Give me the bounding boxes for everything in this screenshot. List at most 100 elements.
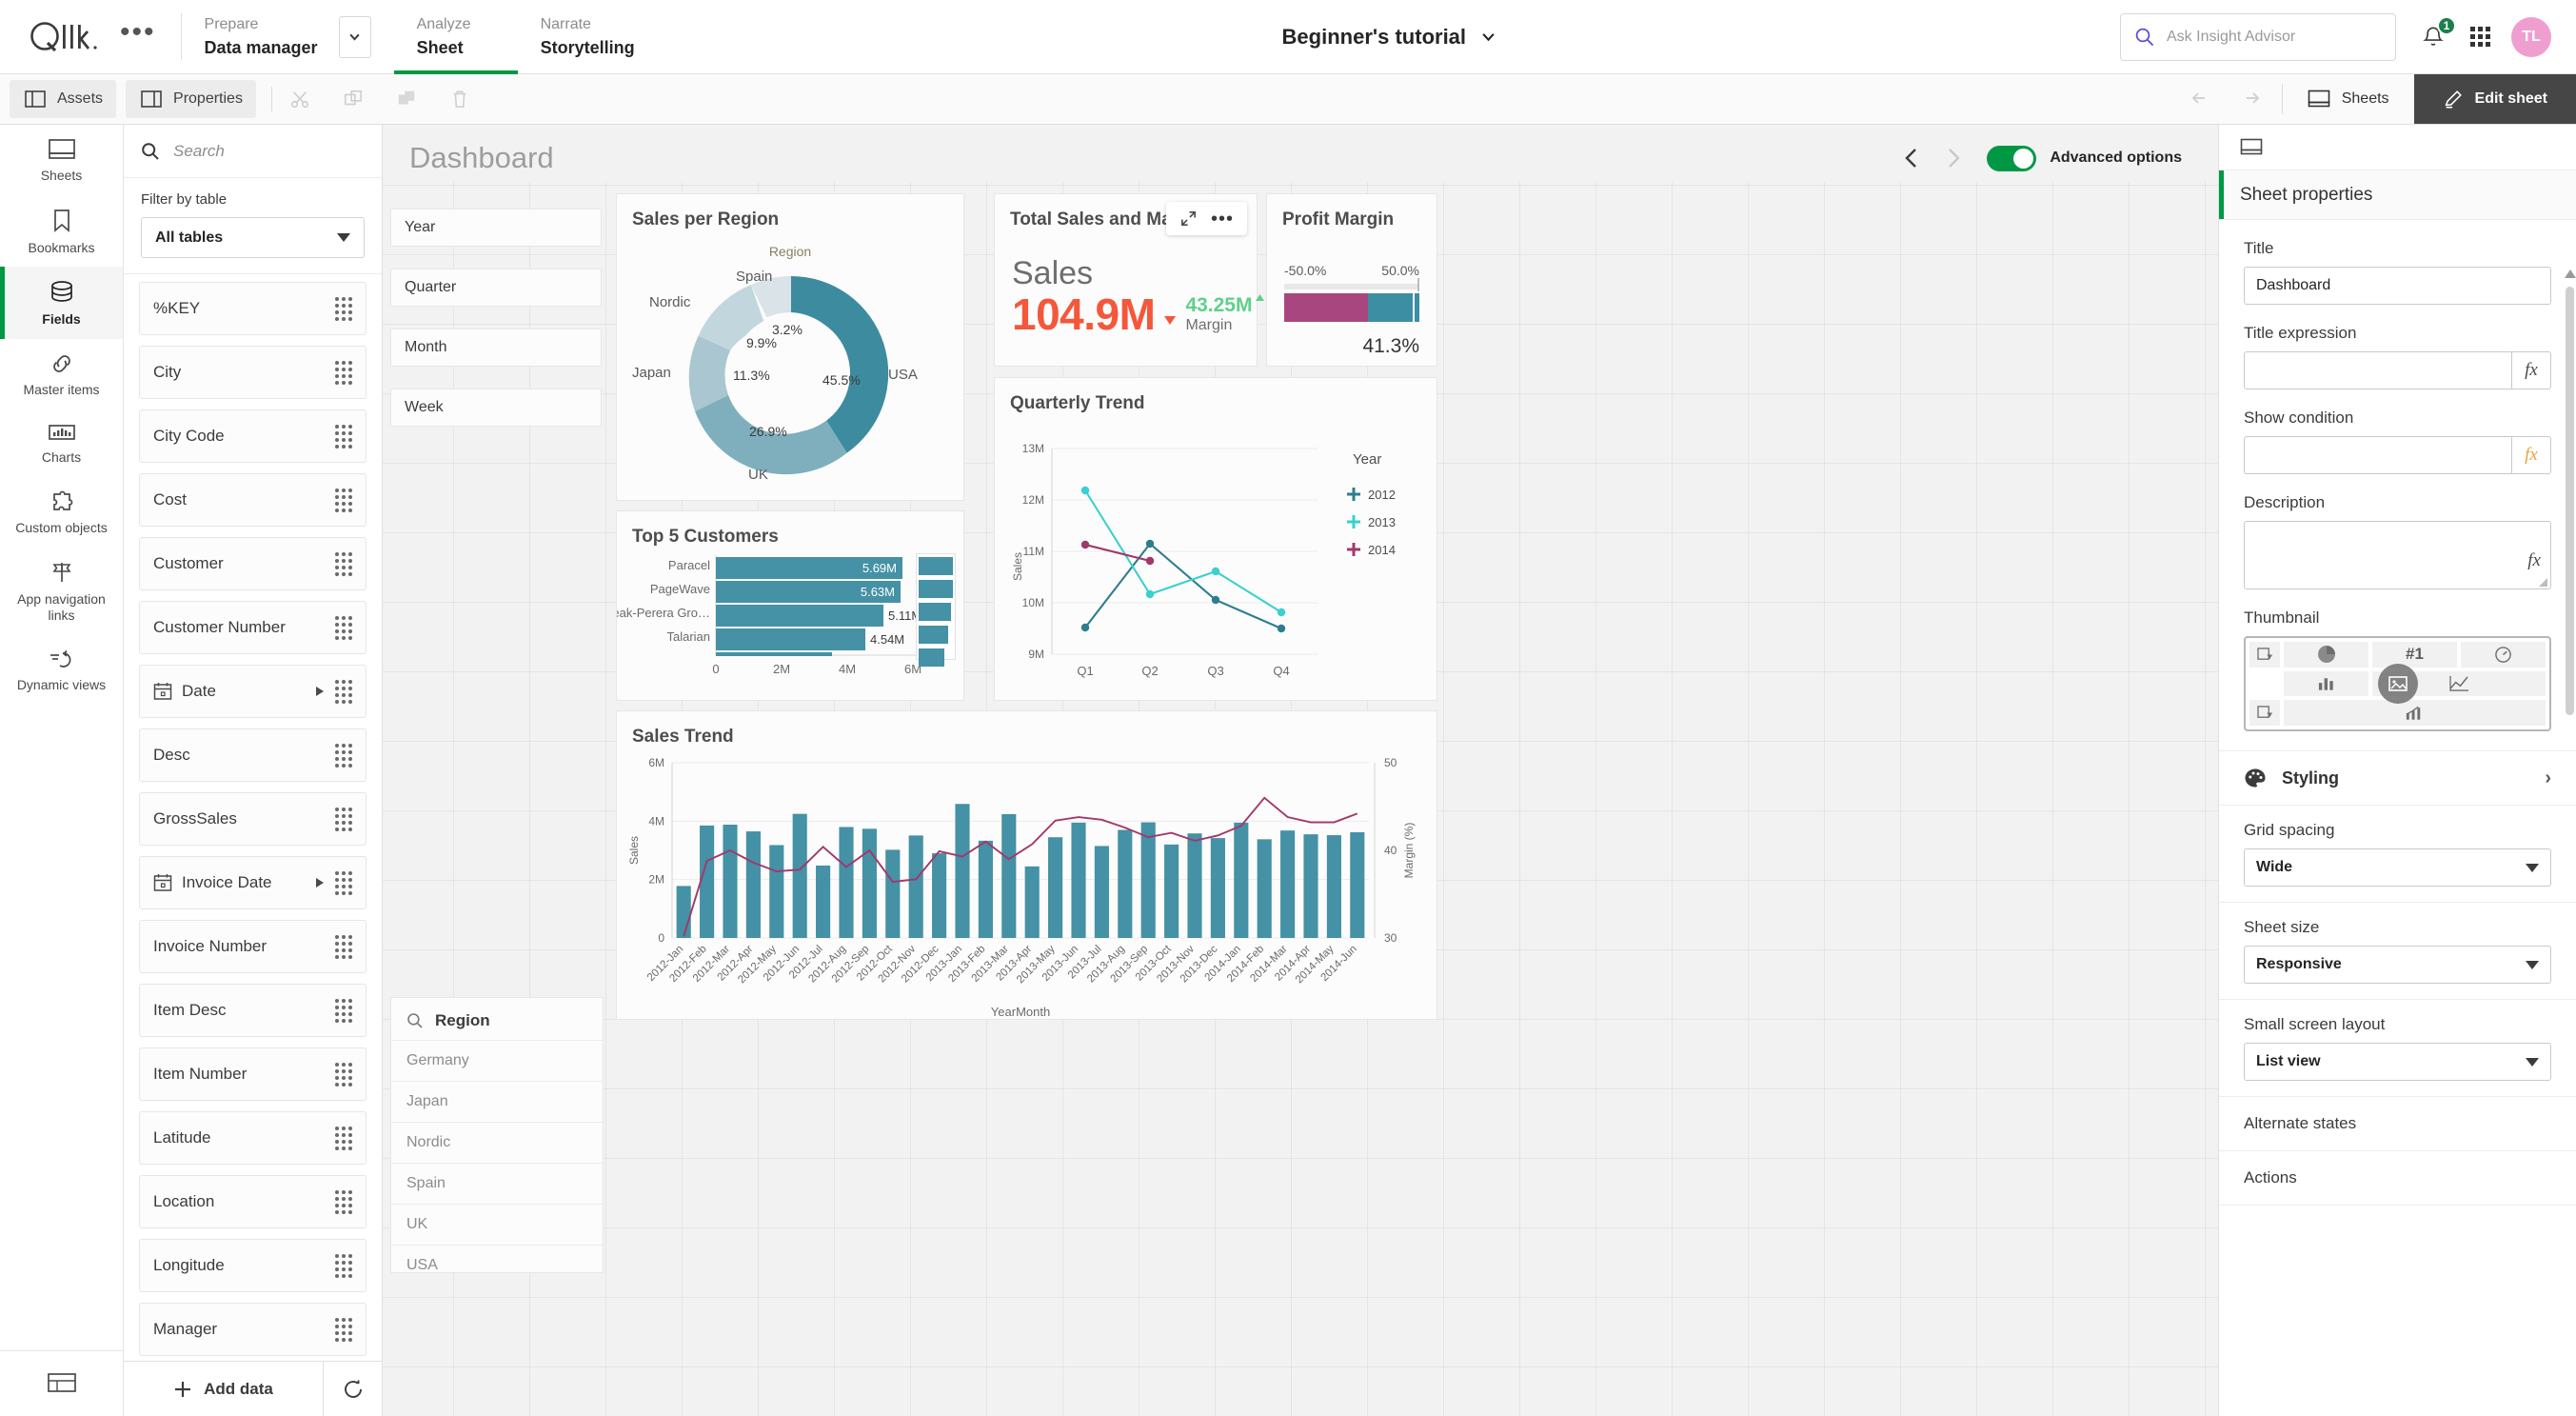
fullscreen-icon[interactable] [1179,209,1198,228]
expand-field-icon[interactable] [316,878,324,887]
property-actions[interactable]: Actions [2219,1151,2576,1206]
sheets-button[interactable]: Sheets [2283,74,2414,124]
field-item[interactable]: Cost [139,473,367,527]
drag-handle-icon[interactable] [335,998,352,1023]
top5-bar-chart[interactable]: 0 2M 4M 6M Paracel 5.69M PageWave 5.63M [617,548,963,700]
qlik-logo-icon[interactable] [29,18,99,56]
title-expression-fx-button[interactable]: fx [2511,351,2551,389]
filter-box-month[interactable]: Month [390,329,602,367]
fields-search-row[interactable]: Search [124,125,382,178]
property-show-condition-input[interactable] [2244,436,2511,474]
fields-list[interactable]: %KEY City City Code Cost Customer Customer Nu… [124,274,382,1361]
thumbnail-image-icon[interactable] [2377,664,2418,704]
property-styling-row[interactable]: Styling › [2219,750,2576,806]
drag-handle-icon[interactable] [335,296,352,321]
drag-handle-icon[interactable] [335,488,352,512]
next-sheet-icon[interactable] [1945,147,1962,170]
fields-search-input[interactable]: Search [173,142,225,161]
field-item[interactable]: Item Desc [139,984,367,1037]
drag-handle-icon[interactable] [335,615,352,640]
field-item[interactable]: Customer [139,537,367,590]
property-title-input[interactable]: Dashboard [2244,267,2551,305]
region-list-item[interactable]: Spain [391,1163,603,1204]
more-options-icon[interactable]: ••• [1211,209,1234,229]
advanced-options-toggle[interactable] [1987,145,2037,171]
insight-advisor-search[interactable]: Ask Insight Advisor [2120,12,2396,61]
field-item[interactable]: GrossSales [139,792,367,846]
top5-scroll-preview[interactable] [916,553,956,667]
small-screen-select[interactable]: List view [2244,1043,2551,1081]
field-item[interactable]: Location [139,1175,367,1228]
thumbnail-preview[interactable]: #1 [2244,636,2551,731]
property-alternate-states[interactable]: Alternate states [2219,1097,2576,1151]
property-description-textarea[interactable]: fx [2244,521,2551,589]
nav-analyze[interactable]: Analyze Sheet [393,0,518,74]
field-item[interactable]: Desc [139,728,367,782]
field-item[interactable]: Manager [139,1303,367,1356]
drag-handle-icon[interactable] [335,743,352,768]
drag-handle-icon[interactable] [335,807,352,831]
chart-sales-trend[interactable]: Sales Trend 0 2M 4M 6M 30 40 50 Sales Margin (%)… [616,710,1437,1020]
notifications-button[interactable]: 1 [2417,15,2456,53]
rail-data-model-button[interactable] [0,1351,123,1416]
nav-narrate[interactable]: Narrate Storytelling [518,0,658,73]
drag-handle-icon[interactable] [335,679,352,704]
app-title-zone[interactable]: Beginner's tutorial [658,0,2120,73]
refresh-button[interactable] [323,1362,382,1416]
region-list-item[interactable]: Germany [391,1040,603,1081]
field-item[interactable]: City [139,346,367,399]
chevron-down-icon[interactable] [1481,30,1496,44]
property-title-expression-input[interactable] [2244,351,2511,389]
sheet-icon[interactable] [2240,138,2263,157]
sidebar-item-sheets[interactable]: Sheets [0,125,123,195]
add-data-button[interactable]: Add data [124,1362,323,1416]
resize-grip-icon[interactable] [2539,578,2547,587]
properties-button[interactable]: Properties [126,80,256,118]
app-launcher-icon[interactable] [2470,27,2490,47]
field-item[interactable]: Longitude [139,1239,367,1292]
drag-handle-icon[interactable] [335,1126,352,1150]
kpi-hover-actions[interactable]: ••• [1165,202,1247,235]
nav-prepare[interactable]: Prepare Data manager [182,0,394,73]
redo-button[interactable] [2236,74,2282,124]
expand-field-icon[interactable] [316,687,324,696]
filter-box-region[interactable]: Region Germany Japan Nordic Spain UK USA [390,997,604,1273]
edit-sheet-button[interactable]: Edit sheet [2413,74,2576,124]
field-item[interactable]: City Code [139,409,367,463]
field-item[interactable]: Customer Number [139,601,367,654]
field-item[interactable]: %KEY [139,282,367,335]
nav-prepare-dropdown[interactable] [338,15,371,58]
drag-handle-icon[interactable] [335,360,352,385]
copy-icon[interactable] [341,87,366,111]
kpi-profit-margin[interactable]: Profit Margin -50.0% 50.0% 41.3% [1266,193,1437,367]
donut-chart[interactable]: Region USA UK Japan Nordic Spain 45.5% 2… [617,230,963,499]
field-item[interactable]: Date [139,665,367,718]
region-list-item[interactable]: Nordic [391,1122,603,1163]
drag-handle-icon[interactable] [335,934,352,959]
field-item[interactable]: Latitude [139,1111,367,1165]
chart-top-5-customers[interactable]: Top 5 Customers 0 2M 4M 6M Paracel 5.69M [616,510,964,701]
sidebar-item-app-navigation-links[interactable]: App navigation links [0,547,123,634]
hub-more-icon[interactable]: ••• [120,17,156,48]
drag-handle-icon[interactable] [335,1317,352,1342]
show-condition-fx-button[interactable]: fx [2511,436,2551,474]
drag-handle-icon[interactable] [335,1062,352,1087]
sheet-size-select[interactable]: Responsive [2244,946,2551,984]
drag-handle-icon[interactable] [335,424,352,449]
advanced-options-toggle-group[interactable]: Advanced options [1987,145,2182,171]
filter-box-quarter[interactable]: Quarter [390,269,602,307]
undo-button[interactable] [2170,74,2236,124]
sidebar-item-bookmarks[interactable]: Bookmarks [0,195,123,268]
sidebar-item-custom-objects[interactable]: Custom objects [0,477,123,548]
chart-quarterly-trend[interactable]: Quarterly Trend 13M 12M 11M 10M 9M Sales… [994,377,1437,701]
cut-icon[interactable] [287,87,312,111]
kpi-total-sales-and-margin[interactable]: Total Sales and Margin ••• Sales 104.9M [994,193,1265,367]
region-value-list[interactable]: Germany Japan Nordic Spain UK USA [391,1040,603,1286]
region-list-item[interactable]: Japan [391,1081,603,1122]
chart-sales-per-region[interactable]: Sales per Region Region USA UK Japan Nor… [616,193,964,501]
filter-by-table-select[interactable]: All tables [141,217,365,258]
description-fx-button[interactable]: fx [2527,550,2541,571]
avatar[interactable]: TL [2511,16,2551,57]
search-icon[interactable] [406,1012,424,1029]
grid-spacing-select[interactable]: Wide [2244,848,2551,887]
